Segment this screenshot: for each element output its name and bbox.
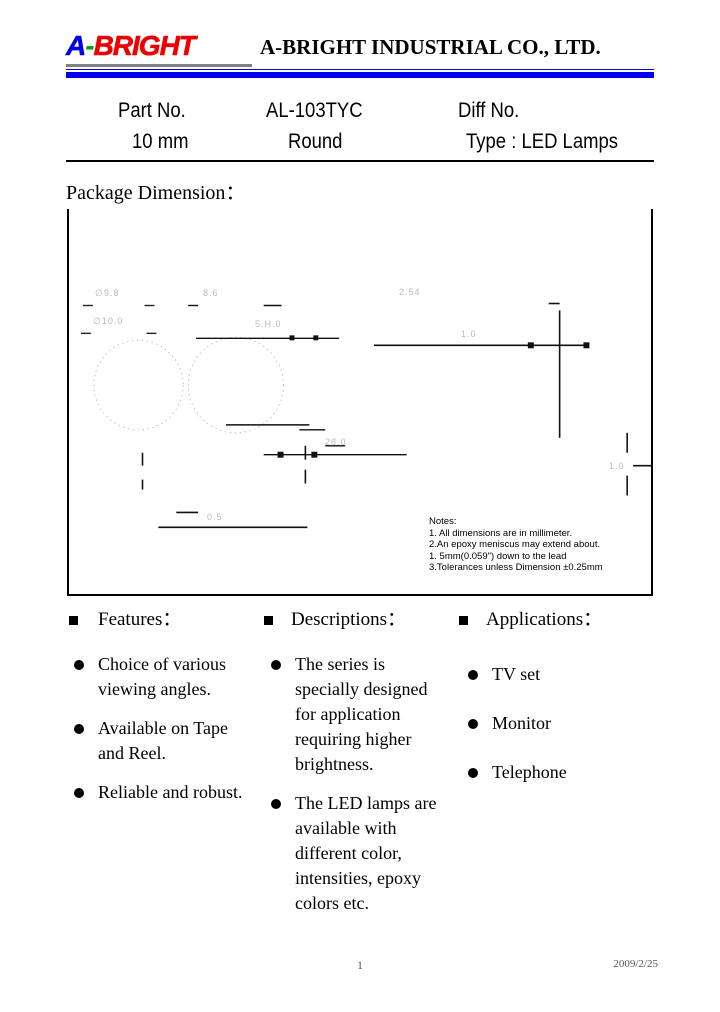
feature-item: Choice of various viewing angles.	[66, 652, 256, 702]
dim-label-0: ∅9.8	[95, 288, 120, 298]
features-column: Features： Choice of various viewing angl…	[66, 608, 256, 805]
descriptions-heading: Descriptions：	[291, 609, 407, 630]
package-dimension-title: Package Dimension：	[66, 182, 246, 204]
round-bullet-icon	[468, 670, 478, 680]
feature-item: Reliable and robust.	[66, 780, 256, 805]
applications-column: Applications： TV set Monitor Telephone	[456, 608, 656, 785]
part-number-value: AL-103TYC	[266, 99, 363, 122]
a-bright-logo: A - BRIGHT	[66, 30, 196, 61]
feature-item-text: Choice of various viewing angles.	[98, 654, 226, 699]
part-info-rule	[66, 160, 654, 162]
notes-line-3: 1. 5mm(0.059") down to the lead	[429, 550, 567, 562]
round-bullet-icon	[271, 660, 281, 670]
round-bullet-icon	[74, 788, 84, 798]
dim-label-1: ∅10.0	[93, 316, 124, 326]
feature-item: Available on Tape and Reel.	[66, 716, 256, 766]
applications-heading-row: Applications：	[456, 608, 656, 638]
dim-label-5: 28.0	[325, 437, 347, 447]
square-bullet-icon	[264, 616, 273, 625]
feature-item-text: Available on Tape and Reel.	[98, 718, 229, 763]
application-item-text: Monitor	[492, 713, 552, 733]
page-number: 1	[357, 958, 363, 972]
square-bullet-icon	[459, 616, 468, 625]
dim-label-7: 0.5	[207, 512, 223, 522]
description-item: The series is specially designed for app…	[261, 652, 451, 777]
round-bullet-icon	[468, 719, 478, 729]
dim-label-6: 1.0	[461, 329, 477, 339]
package-dimension-drawing: ∅9.8 ∅10.0 8.6 5.H.0 2.54 28.0 1.0 0.5 1…	[67, 209, 653, 596]
dim-label-4: 2.54	[399, 287, 421, 297]
description-item-text: The LED lamps are available with differe…	[295, 793, 437, 913]
header-rule-thin	[66, 69, 654, 70]
square-bullet-icon	[69, 616, 78, 625]
drawing-notes: Notes: 1. All dimensions are in millimet…	[429, 516, 651, 574]
application-item-text: TV set	[492, 664, 541, 684]
dim-label-3: 5.H.0	[255, 319, 282, 329]
notes-title: Notes:	[429, 516, 457, 527]
part-info-row-2: 10 mm Round Type : LED Lamps	[66, 127, 654, 158]
round-bullet-icon	[271, 799, 281, 809]
info-columns: Features： Choice of various viewing angl…	[66, 608, 666, 938]
descriptions-column: Descriptions： The series is specially de…	[261, 608, 451, 916]
application-item: Telephone	[456, 760, 656, 785]
notes-line-1: 1. All dimensions are in millimeter.	[429, 527, 573, 539]
feature-item-text: Reliable and robust.	[98, 782, 243, 802]
product-type-value: Type : LED Lamps	[466, 130, 619, 153]
descriptions-heading-row: Descriptions：	[261, 608, 451, 638]
round-bullet-icon	[468, 768, 478, 778]
dim-label-8: 1.0	[609, 461, 625, 471]
description-item-text: The series is specially designed for app…	[295, 654, 428, 774]
description-item: The LED lamps are available with differe…	[261, 791, 451, 916]
package-shape-value: Round	[288, 130, 343, 153]
part-info-block: Part No. AL-103TYC Diff No. 10 mm Round …	[66, 96, 654, 158]
notes-line-4: 3.Tolerances unless Dimension ±0.25mm	[429, 562, 603, 574]
application-item: Monitor	[456, 711, 656, 736]
application-item: TV set	[456, 662, 656, 687]
round-bullet-icon	[74, 660, 84, 670]
footer-date: 2009/2/25	[613, 958, 658, 970]
application-item-text: Telephone	[492, 762, 567, 782]
package-size-value: 10 mm	[132, 130, 189, 153]
notes-line-2: 2.An epoxy meniscus may extend about.	[429, 539, 601, 551]
dim-label-2: 8.6	[203, 288, 219, 298]
header-blue-rule	[66, 72, 654, 78]
features-heading-row: Features：	[66, 608, 256, 638]
part-info-row-1: Part No. AL-103TYC Diff No.	[66, 96, 654, 127]
logo-underline	[66, 64, 252, 67]
round-bullet-icon	[74, 724, 84, 734]
logo-letter-a: A	[66, 30, 87, 61]
logo-dash: -	[85, 30, 94, 61]
features-heading: Features：	[98, 609, 182, 630]
applications-heading: Applications：	[486, 609, 603, 630]
datasheet-page: A - BRIGHT A-BRIGHT INDUSTRIAL CO., LTD. P…	[0, 0, 720, 1012]
company-name: A-BRIGHT INDUSTRIAL CO., LTD.	[260, 35, 601, 59]
diff-no-label: Diff No.	[458, 99, 520, 122]
part-no-label: Part No.	[118, 99, 186, 122]
logo-word-bright: BRIGHT	[93, 30, 196, 61]
